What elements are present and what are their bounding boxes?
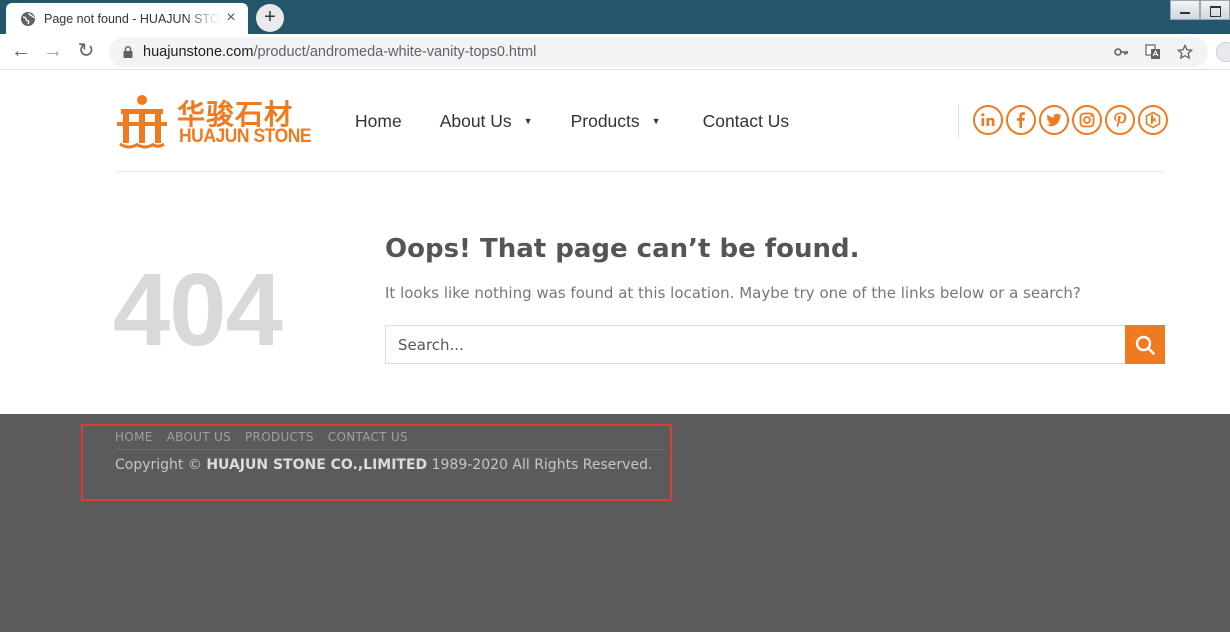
profile-avatar[interactable] xyxy=(1216,42,1230,62)
twitter-icon[interactable] xyxy=(1039,105,1069,135)
facebook-icon[interactable] xyxy=(1006,105,1036,135)
search-icon xyxy=(1135,335,1155,355)
nav-divider xyxy=(958,104,959,138)
tab-title: Page not found - HUAJUN STONE xyxy=(44,11,220,26)
page-title: Oops! That page can’t be found. xyxy=(385,234,860,264)
forward-button[interactable]: → xyxy=(41,40,65,64)
site-logo[interactable]: 华骏石材 HUAJUN STONE xyxy=(117,92,317,152)
address-bar[interactable]: huajunstone.com/product/andromeda-white-… xyxy=(109,37,1208,67)
browser-toolbar: ← → ↻ huajunstone.com/product/andromeda-… xyxy=(0,34,1230,70)
nav-item-products[interactable]: Products ▼ xyxy=(571,111,661,132)
star-icon[interactable] xyxy=(1177,44,1193,60)
nav-label: Contact Us xyxy=(702,110,790,131)
error-message: It looks like nothing was found at this … xyxy=(385,284,1081,302)
url-path: /product/andromeda-white-vanity-tops0.ht… xyxy=(253,44,537,60)
restore-button[interactable] xyxy=(1200,0,1230,20)
search-input[interactable] xyxy=(398,335,1126,354)
nav-item-about-us[interactable]: About Us ▼ xyxy=(440,111,533,132)
logo-mark-icon xyxy=(117,95,167,149)
key-icon[interactable] xyxy=(1113,44,1129,60)
caret-down-icon: ▼ xyxy=(651,116,661,126)
annotation-highlight-box xyxy=(81,424,672,501)
houzz-icon[interactable] xyxy=(1138,105,1168,135)
pinterest-icon[interactable] xyxy=(1105,105,1135,135)
search-button[interactable] xyxy=(1125,325,1165,364)
main-navigation: Home About Us ▼ Products ▼ Contact Us xyxy=(355,110,789,132)
instagram-icon[interactable] xyxy=(1072,105,1102,135)
minimize-button[interactable] xyxy=(1170,0,1200,20)
new-tab-button[interactable]: + xyxy=(256,4,284,32)
nav-item-home[interactable]: Home xyxy=(355,111,402,132)
social-links xyxy=(973,105,1168,135)
nav-item-contact-us[interactable]: Contact Us xyxy=(703,111,790,132)
header-divider xyxy=(115,171,1165,172)
nav-label: Home xyxy=(355,110,402,131)
translate-icon[interactable] xyxy=(1145,44,1161,60)
window-controls xyxy=(1170,0,1230,20)
globe-icon xyxy=(21,11,35,26)
browser-tab-bar: Page not found - HUAJUN STONE × + xyxy=(0,0,1230,34)
logo-english: HUAJUN STONE xyxy=(179,126,312,147)
linkedin-icon[interactable] xyxy=(973,105,1003,135)
reload-button[interactable]: ↻ xyxy=(74,40,98,64)
caret-down-icon: ▼ xyxy=(523,116,533,126)
nav-label: About Us xyxy=(439,110,512,131)
lock-icon xyxy=(123,46,133,58)
url-text: huajunstone.com/product/andromeda-white-… xyxy=(143,44,536,60)
close-tab-icon[interactable]: × xyxy=(224,10,238,26)
back-button[interactable]: ← xyxy=(9,40,33,64)
browser-tab[interactable]: Page not found - HUAJUN STONE × xyxy=(6,3,248,34)
search-box xyxy=(385,325,1126,364)
url-host: huajunstone.com xyxy=(143,44,254,60)
nav-label: Products xyxy=(570,110,640,131)
error-code: 404 xyxy=(113,252,283,367)
